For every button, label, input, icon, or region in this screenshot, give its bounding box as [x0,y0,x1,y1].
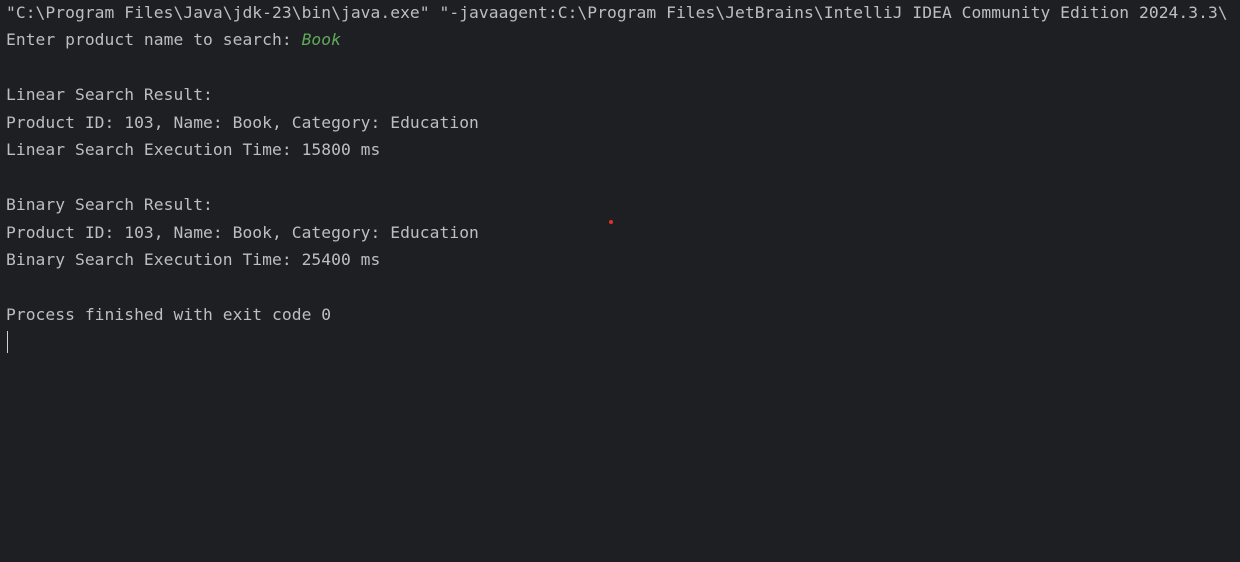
linear-search-result: Product ID: 103, Name: Book, Category: E… [6,113,479,132]
exit-message: Process finished with exit code 0 [6,305,332,324]
prompt-line: Enter product name to search: Book [6,30,341,50]
prompt-text: Enter product name to search: [6,30,302,49]
binary-search-time: Binary Search Execution Time: 25400 ms [6,250,381,269]
binary-search-result: Product ID: 103, Name: Book, Category: E… [6,223,479,242]
text-caret [7,331,8,353]
binary-search-header: Binary Search Result: [6,195,213,214]
command-line-text: "C:\Program Files\Java\jdk-23\bin\java.e… [6,3,1228,22]
console-output-panel[interactable]: "C:\Program Files\Java\jdk-23\bin\java.e… [0,0,1240,562]
user-input-text: Book [301,30,341,49]
linear-search-header: Linear Search Result: [6,85,213,104]
linear-search-time: Linear Search Execution Time: 15800 ms [6,140,381,159]
mouse-pointer-dot [609,220,613,224]
